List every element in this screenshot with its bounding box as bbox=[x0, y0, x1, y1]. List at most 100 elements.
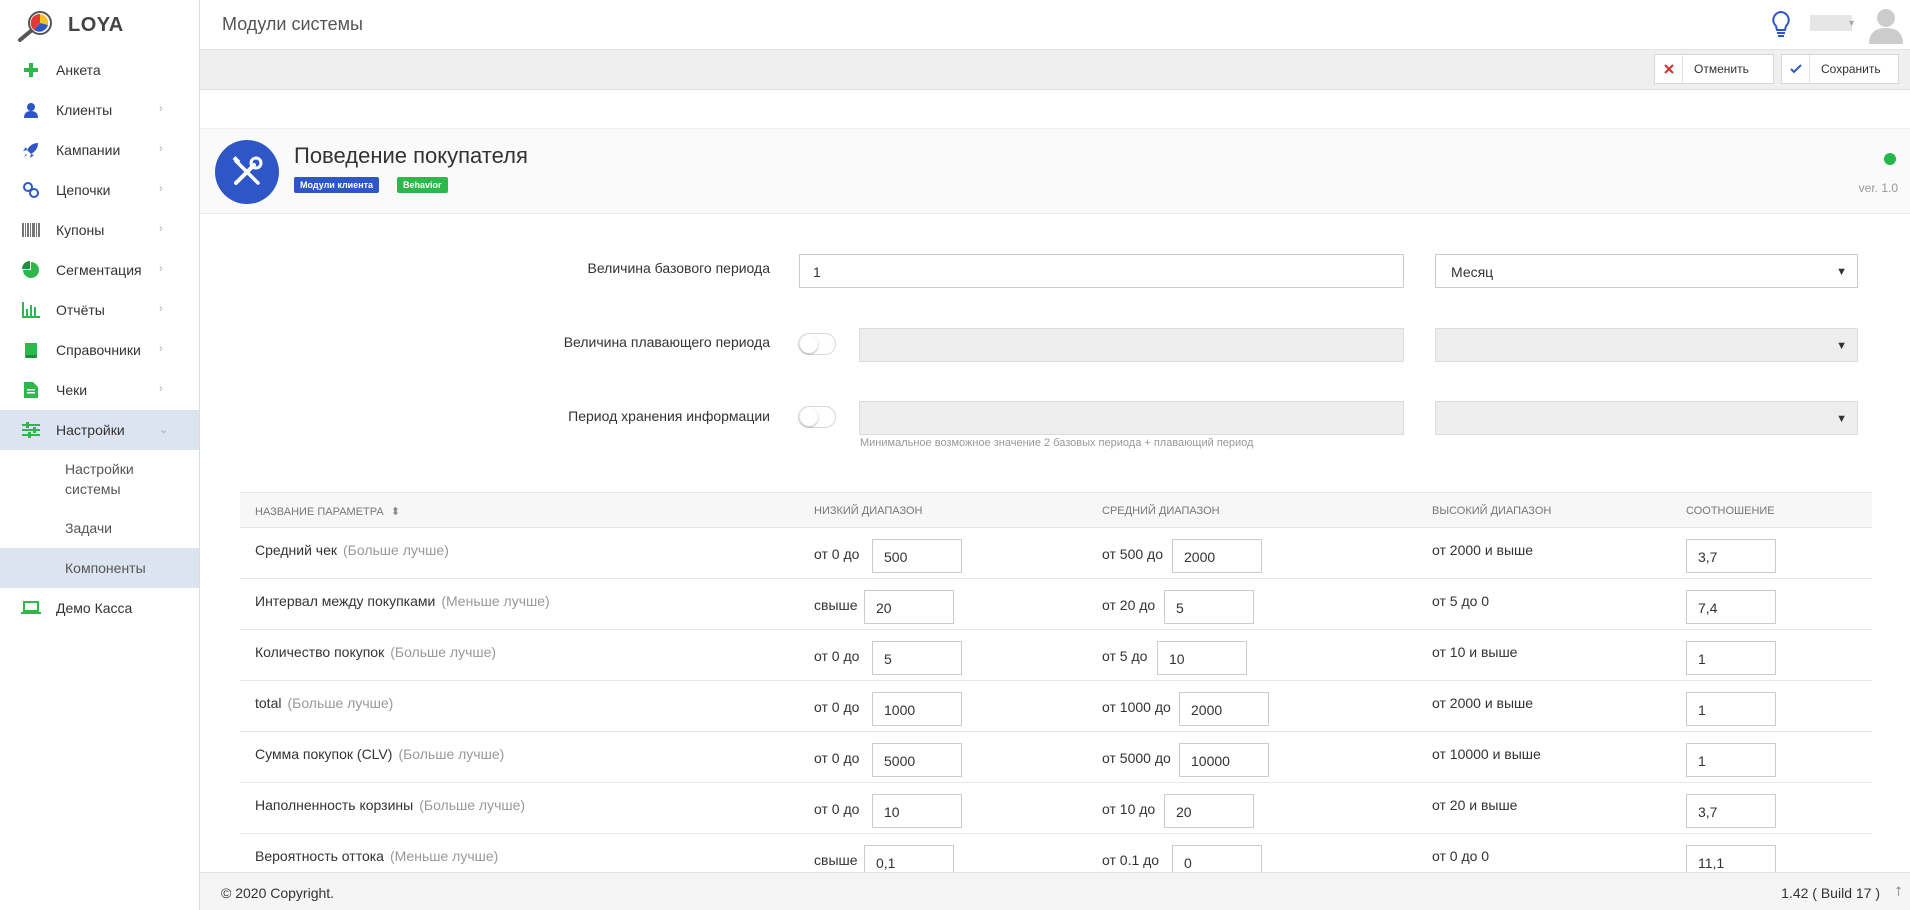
low-range-prefix: свыше bbox=[814, 597, 858, 613]
build-version: 1.42 ( Build 17 ) bbox=[1781, 885, 1880, 901]
table-row: total (Больше лучше) от 0 до 1000 от 1000 до… bbox=[240, 681, 1872, 732]
sidebar-item-coupons[interactable]: Купоны › bbox=[0, 210, 199, 250]
ratio-input[interactable]: 3,7 bbox=[1686, 794, 1776, 828]
low-range-prefix: свыше bbox=[814, 852, 858, 868]
ratio-input[interactable]: 7,4 bbox=[1686, 590, 1776, 624]
parameter-title: total bbox=[255, 695, 282, 711]
parameter-name: Интервал между покупками (Меньше лучше) bbox=[255, 593, 550, 609]
high-range-text: от 2000 и выше bbox=[1432, 542, 1534, 558]
sort-icon[interactable]: ⬍ bbox=[391, 506, 400, 518]
sidebar-item-clients[interactable]: Клиенты › bbox=[0, 90, 199, 130]
caret-down-icon: ▼ bbox=[1836, 413, 1847, 425]
sidebar-item-dictionaries[interactable]: Справочники › bbox=[0, 330, 199, 370]
high-range-text: от 5 до 0 bbox=[1432, 593, 1490, 609]
low-range-input[interactable]: 1000 bbox=[872, 692, 962, 726]
table-row: Количество покупок (Больше лучше) от 0 до 5… bbox=[240, 630, 1872, 681]
chevron-right-icon: › bbox=[159, 223, 163, 235]
mid-range-prefix: от 20 до bbox=[1102, 597, 1156, 613]
mid-range-input[interactable]: 2000 bbox=[1172, 539, 1262, 573]
caret-down-icon[interactable]: ▼ bbox=[1847, 18, 1856, 28]
lightbulb-icon[interactable] bbox=[1770, 10, 1792, 38]
storage-period-toggle[interactable] bbox=[798, 406, 836, 428]
chevron-down-icon: ⌄ bbox=[159, 424, 169, 436]
floating-period-unit-select[interactable]: ▼ bbox=[1435, 328, 1858, 362]
low-range-input[interactable]: 20 bbox=[864, 590, 954, 624]
sidebar-item-segmentation[interactable]: Сегментация › bbox=[0, 250, 199, 290]
mid-range-prefix: от 0.1 до bbox=[1102, 852, 1160, 868]
low-range-input[interactable]: 5 bbox=[872, 641, 962, 675]
mid-range-input[interactable]: 2000 bbox=[1179, 692, 1269, 726]
mid-range-input[interactable]: 5 bbox=[1164, 590, 1254, 624]
sidebar-item-label: Сегментация bbox=[56, 262, 142, 278]
sidebar-item-campaigns[interactable]: Кампании › bbox=[0, 130, 199, 170]
user-name-placeholder[interactable] bbox=[1810, 15, 1852, 31]
book-icon bbox=[20, 339, 42, 361]
sidebar-subitem-label: Задачи bbox=[65, 520, 113, 536]
sidebar-item-chains[interactable]: Цепочки › bbox=[0, 170, 199, 210]
low-range-input[interactable]: 10 bbox=[872, 794, 962, 828]
parameter-hint: (Меньше лучше) bbox=[389, 848, 499, 864]
barcode-icon bbox=[20, 219, 42, 241]
floating-period-toggle[interactable] bbox=[798, 333, 836, 355]
mid-range-prefix: от 10 до bbox=[1102, 801, 1156, 817]
logo[interactable]: LOYA bbox=[0, 0, 199, 50]
ratio-input[interactable]: 1 bbox=[1686, 641, 1776, 675]
parameter-name: Наполненность корзины (Больше лучше) bbox=[255, 797, 525, 813]
table-header: Название параметра ⬍ Низкий диапазон Сре… bbox=[240, 492, 1872, 528]
sidebar-item-reports[interactable]: Отчёты › bbox=[0, 290, 199, 330]
sidebar-item-label: Кампании bbox=[56, 142, 121, 158]
badge-behavior: Behavior bbox=[397, 177, 448, 193]
sidebar-item-anketa[interactable]: Анкета bbox=[0, 50, 199, 90]
ratio-input[interactable]: 1 bbox=[1686, 692, 1776, 726]
sidebar-subitem-components[interactable]: Компоненты bbox=[0, 548, 199, 588]
base-period-label: Величина базового периода bbox=[587, 260, 771, 276]
mid-range-input[interactable]: 20 bbox=[1164, 794, 1254, 828]
high-range-text: от 2000 и выше bbox=[1432, 695, 1534, 711]
mid-range-input[interactable]: 10 bbox=[1157, 641, 1247, 675]
toggle-knob bbox=[800, 408, 818, 426]
sidebar-item-receipts[interactable]: Чеки › bbox=[0, 370, 199, 410]
chevron-right-icon: › bbox=[159, 303, 163, 315]
sidebar-subitem-tasks[interactable]: Задачи bbox=[0, 508, 199, 548]
sidebar-subitem-system-settings[interactable]: Настройки системы bbox=[0, 450, 199, 508]
column-header-mid: Средний диапазон bbox=[1102, 505, 1220, 517]
base-period-unit-select[interactable]: Месяц ▼ bbox=[1435, 254, 1858, 288]
avatar[interactable] bbox=[1866, 4, 1906, 44]
storage-period-hint: Минимальное возможное значение 2 базовых… bbox=[860, 437, 1254, 449]
parameter-title: Вероятность оттока bbox=[255, 848, 384, 864]
storage-period-unit-select[interactable]: ▼ bbox=[1435, 401, 1858, 435]
mid-range-prefix: от 1000 до bbox=[1102, 699, 1171, 715]
parameter-name: Сумма покупок (CLV) (Больше лучше) bbox=[255, 746, 504, 762]
storage-period-input[interactable] bbox=[859, 401, 1404, 435]
storage-period-label: Период хранения информации bbox=[568, 408, 770, 424]
low-range-input[interactable]: 5000 bbox=[872, 743, 962, 777]
sidebar-item-demo-cash[interactable]: Демо Касса bbox=[0, 588, 199, 628]
high-range-text: от 10 и выше bbox=[1432, 644, 1518, 660]
base-period-input[interactable]: 1 bbox=[799, 254, 1404, 288]
arrow-up-icon[interactable]: ⭡ bbox=[1895, 883, 1902, 900]
mid-range-input[interactable]: 10000 bbox=[1179, 743, 1269, 777]
ratio-input[interactable]: 1 bbox=[1686, 743, 1776, 777]
table-row: Интервал между покупками (Меньше лучше) св… bbox=[240, 579, 1872, 630]
sidebar-item-settings[interactable]: Настройки ⌄ bbox=[0, 410, 199, 450]
footer: © 2020 Copyright. 1.42 ( Build 17 ) ⭡ bbox=[200, 872, 1910, 910]
ratio-input[interactable]: 11,1 bbox=[1686, 845, 1776, 872]
low-range-input[interactable]: 500 bbox=[872, 539, 962, 573]
low-range-input[interactable]: 0,1 bbox=[864, 845, 954, 872]
save-button[interactable]: Сохранить bbox=[1781, 54, 1899, 84]
pie-icon bbox=[20, 259, 42, 281]
action-toolbar: Отменить Сохранить bbox=[200, 50, 1910, 90]
mid-range-input[interactable]: 0 bbox=[1172, 845, 1262, 872]
parameter-title: Сумма покупок (CLV) bbox=[255, 746, 393, 762]
cancel-button[interactable]: Отменить bbox=[1654, 54, 1774, 84]
save-label: Сохранить bbox=[1821, 62, 1881, 76]
module-version: ver. 1.0 bbox=[1858, 181, 1898, 195]
sidebar-item-label: Демо Касса bbox=[56, 600, 133, 616]
floating-period-input[interactable] bbox=[859, 328, 1404, 362]
ratio-input[interactable]: 3,7 bbox=[1686, 539, 1776, 573]
module-title: Поведение покупателя bbox=[294, 143, 528, 168]
column-header-name[interactable]: Название параметра ⬍ bbox=[255, 505, 400, 518]
parameter-name: Вероятность оттока (Меньше лучше) bbox=[255, 848, 498, 864]
chevron-right-icon: › bbox=[159, 263, 163, 275]
sidebar-item-label: Купоны bbox=[56, 222, 105, 238]
